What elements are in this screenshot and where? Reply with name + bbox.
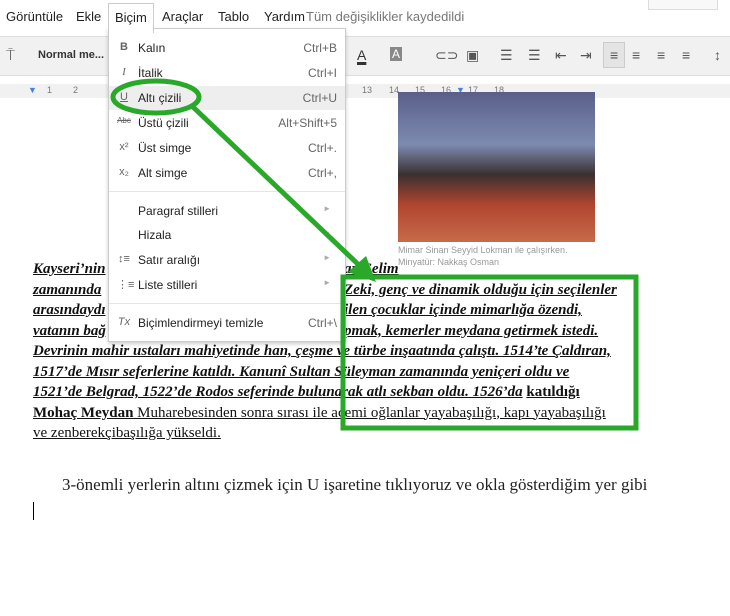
font-color-button[interactable]: A: [357, 47, 366, 63]
link-icon[interactable]: ⊂⊃: [435, 47, 458, 64]
menu-help[interactable]: Yardım: [264, 9, 305, 24]
text-fragment: Mohaç Meydan: [33, 404, 134, 421]
menu-item-list-styles[interactable]: ⋮≡ Liste stilleri ►: [109, 273, 345, 297]
menu-item-bold[interactable]: B Kalın Ctrl+B: [109, 36, 345, 60]
align-center-icon[interactable]: ≡: [632, 47, 640, 63]
highlight-button[interactable]: A: [390, 47, 403, 61]
text-fragment: an Selim: [344, 261, 399, 277]
text-fragment: katıldığı: [526, 384, 580, 400]
menu-label: Altı çizili: [138, 91, 182, 105]
menu-item-line-spacing[interactable]: ↕≡ Satır aralığı ►: [109, 248, 345, 272]
shortcut: Ctrl+\: [307, 316, 337, 330]
justify-icon[interactable]: ≡: [682, 47, 690, 63]
text-fragment: pmak, kemerler meydana getirmek istedi.: [344, 322, 599, 339]
paint-format-icon[interactable]: ⍑: [6, 47, 15, 64]
submenu-arrow-icon: ►: [323, 278, 331, 287]
menu-insert[interactable]: Ekle: [76, 9, 101, 24]
subscript-icon: x₂: [119, 166, 129, 178]
menu-item-align[interactable]: Hizala ►: [109, 223, 345, 247]
indent-marker[interactable]: ▼: [28, 85, 37, 95]
underline-icon: U: [120, 91, 128, 103]
italic-icon: I: [122, 66, 126, 78]
text-fragment: ilen çocuklar içinde mimarlığa özendi,: [344, 302, 582, 318]
menu-separator: [109, 303, 345, 304]
superscript-icon: x²: [119, 141, 129, 153]
line-spacing-icon[interactable]: ↕: [714, 47, 721, 63]
menu-label: Kalın: [138, 41, 166, 55]
menu-separator: [109, 191, 345, 192]
document-right-fragments: an Selim Zeki, genç ve dinamik olduğu iç…: [344, 259, 617, 341]
share-button[interactable]: [648, 0, 718, 10]
format-menu: B Kalın Ctrl+B I İtalik Ctrl+I U Altı çizili C…: [108, 28, 346, 342]
menu-label: Liste stilleri: [138, 278, 198, 292]
menu-label: Üst simge: [138, 141, 192, 155]
menu-format[interactable]: Biçim: [108, 3, 154, 33]
menu-tools[interactable]: Araçlar: [162, 9, 203, 24]
ruler-tick: 2: [73, 85, 79, 95]
shortcut: Ctrl+U: [302, 91, 337, 105]
menu-label: Paragraf stilleri: [138, 204, 219, 218]
menu-item-subscript[interactable]: x₂ Alt simge Ctrl+,: [109, 161, 345, 185]
submenu-arrow-icon: ►: [323, 253, 331, 262]
menu-item-strikethrough[interactable]: Abc Üstü çizili Alt+Shift+5: [109, 111, 345, 135]
list-icon: ⋮≡: [117, 279, 135, 291]
image-icon[interactable]: ▣: [466, 47, 479, 64]
submenu-arrow-icon: ►: [323, 228, 331, 237]
ruler-tick: 13: [362, 85, 373, 95]
menu-label: Hizala: [138, 228, 172, 242]
menu-label: İtalik: [138, 66, 163, 80]
decrease-indent-icon[interactable]: ⇤: [555, 47, 567, 64]
ruler-tick: 1: [47, 85, 53, 95]
menu-item-underline[interactable]: U Altı çizili Ctrl+U: [109, 86, 345, 110]
text-fragment: Muharebesinden sonra sırası ile acemi oğ…: [133, 404, 606, 421]
menu-label: Satır aralığı: [138, 253, 201, 267]
menu-label: Üstü çizili: [138, 116, 189, 130]
menu-table[interactable]: Tablo: [218, 9, 249, 24]
menu-label: Biçimlendirmeyi temizle: [138, 316, 264, 330]
increase-indent-icon[interactable]: ⇥: [580, 47, 592, 64]
text-line: 1517’de Mısır seferlerine katıldı. Kanun…: [33, 363, 570, 380]
text-fragment: Zeki, genç ve dinamik olduğu için seçile…: [344, 281, 617, 298]
numbered-list-icon[interactable]: ☰: [500, 47, 513, 64]
menu-item-paragraph-styles[interactable]: Paragraf stilleri ►: [109, 199, 345, 223]
menu-label: Alt simge: [138, 166, 188, 180]
line-spacing-icon: ↕≡: [118, 253, 130, 265]
miniature-image[interactable]: [398, 92, 595, 242]
text-line: Devrinin mahir ustaları mahiyetinde han,…: [33, 343, 611, 359]
menu-item-superscript[interactable]: x² Üst simge Ctrl+.: [109, 136, 345, 160]
style-select[interactable]: Normal me...: [38, 49, 104, 61]
save-status: Tüm değişiklikler kaydedildi: [306, 9, 465, 24]
menu-bar: Görüntüle Ekle Biçim Araçlar Tablo Yardı…: [0, 0, 730, 33]
shortcut: Alt+Shift+5: [278, 116, 337, 130]
menu-item-clear-formatting[interactable]: Tx Biçimlendirmeyi temizle Ctrl+\: [109, 311, 345, 335]
shortcut: Ctrl+B: [303, 41, 337, 55]
align-left-icon[interactable]: ≡: [603, 42, 626, 68]
caption-line: Mimar Sinan Seyyid Lokman ile çalışırken…: [398, 245, 568, 255]
submenu-arrow-icon: ►: [323, 204, 331, 213]
strikethrough-icon: Abc: [117, 116, 131, 125]
text-cursor: [33, 502, 34, 520]
shortcut: Ctrl+.: [307, 141, 337, 155]
text-line: 1521’de Belgrad, 1522’de Rodos seferinde…: [33, 384, 523, 400]
instruction-text[interactable]: 3-önemli yerlerin altını çizmek için U i…: [62, 468, 702, 502]
shortcut: Ctrl+,: [307, 166, 337, 180]
bulleted-list-icon[interactable]: ☰: [528, 47, 541, 64]
shortcut: Ctrl+I: [307, 66, 337, 80]
align-right-icon[interactable]: ≡: [657, 47, 665, 63]
menu-view[interactable]: Görüntüle: [6, 9, 63, 24]
menu-item-italic[interactable]: I İtalik Ctrl+I: [109, 61, 345, 85]
text-line: ve zenberekçibaşılığa yükseldi.: [33, 425, 221, 441]
clear-formatting-icon: Tx: [117, 316, 131, 328]
bold-icon: B: [120, 41, 128, 53]
